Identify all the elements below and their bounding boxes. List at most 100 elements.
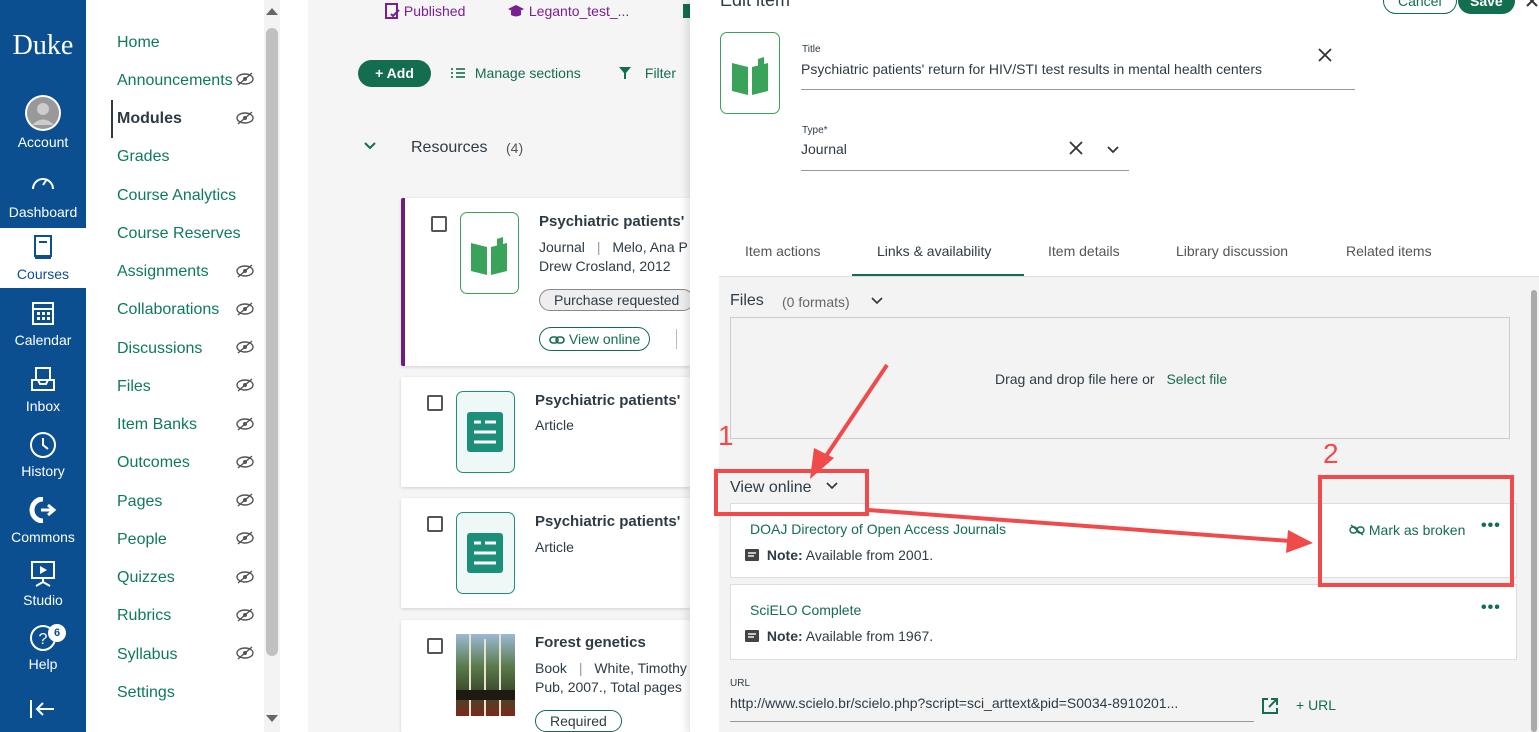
link-name[interactable]: SciELO Complete: [750, 602, 861, 618]
resource-card[interactable]: Forest genetics Book | White, Timothy Pu…: [401, 620, 690, 732]
open-external-icon[interactable]: [1260, 696, 1280, 716]
course-nav-people[interactable]: People: [117, 531, 167, 549]
clear-title-icon[interactable]: [1318, 48, 1332, 62]
tab-related-items[interactable]: Related items: [1346, 243, 1432, 259]
course-nav: Home Announcements Modules Grades Course…: [86, 0, 264, 732]
nav-studio[interactable]: Studio: [0, 560, 86, 624]
url-label: URL: [730, 678, 751, 689]
active-indicator: [111, 100, 113, 138]
link-icon: [549, 336, 565, 344]
duke-logo[interactable]: Duke: [0, 30, 86, 62]
nav-help[interactable]: ? 6 Help: [0, 624, 86, 688]
studio-icon: [0, 560, 86, 590]
course-nav-announcements[interactable]: Announcements: [117, 72, 233, 90]
scroll-down-icon[interactable]: [265, 714, 279, 724]
select-checkbox[interactable]: [427, 395, 443, 411]
files-chevron-down-icon[interactable]: [871, 297, 883, 305]
course-nav-assignments[interactable]: Assignments: [117, 263, 209, 281]
manage-sections-button[interactable]: Manage sections: [450, 65, 581, 81]
course-nav-grades[interactable]: Grades: [117, 148, 169, 166]
add-url-button[interactable]: + URL: [1296, 697, 1336, 713]
title-field[interactable]: Psychiatric patients' return for HIV/STI…: [801, 61, 1262, 77]
card-extra: Drew Crosland, 2012: [539, 258, 671, 274]
close-icon[interactable]: [1525, 0, 1539, 8]
nav-history[interactable]: History: [0, 431, 86, 495]
clear-type-icon[interactable]: [1069, 141, 1083, 155]
link-note: Note: Available from 2001.: [745, 547, 933, 563]
nav-account[interactable]: Account: [0, 95, 86, 160]
nav-courses[interactable]: Courses: [0, 228, 86, 288]
select-file-link[interactable]: Select file: [1166, 371, 1227, 387]
type-dropdown-chevron-icon[interactable]: [1106, 145, 1120, 155]
section-title: Resources: [411, 139, 488, 156]
course-nav-course-reserves[interactable]: Course Reserves: [117, 225, 241, 243]
link-item: SciELO Complete Note: Available from 196…: [730, 584, 1517, 660]
scroll-up-icon[interactable]: [265, 6, 279, 16]
nav-calendar[interactable]: Calendar: [0, 300, 86, 364]
card-title[interactable]: Psychiatric patients': [535, 392, 680, 409]
course-nav-item-banks[interactable]: Item Banks: [117, 416, 197, 434]
course-nav-files[interactable]: Files: [117, 378, 151, 396]
course-nav-settings[interactable]: Settings: [117, 684, 175, 702]
nav-label: Calendar: [14, 332, 72, 348]
filter-button[interactable]: Filter: [619, 65, 676, 81]
tab-library-discussion[interactable]: Library discussion: [1176, 243, 1288, 259]
card-type: Article: [535, 539, 574, 555]
nav-commons[interactable]: Commons: [0, 496, 86, 561]
scroll-thumb[interactable]: [266, 28, 278, 656]
nav-inbox[interactable]: Inbox: [0, 366, 86, 430]
tab-item-details[interactable]: Item details: [1048, 243, 1120, 259]
article-thumbnail: [456, 512, 515, 594]
url-underline: [730, 721, 1254, 722]
card-type: Journal: [539, 239, 585, 255]
card-title[interactable]: Forest genetics: [535, 634, 646, 651]
course-nav-discussions[interactable]: Discussions: [117, 340, 202, 358]
type-field[interactable]: Journal: [801, 141, 847, 157]
card-title[interactable]: Psychiatric patients': [535, 513, 680, 530]
chevron-down-icon[interactable]: [363, 141, 377, 151]
tab-item-actions[interactable]: Item actions: [745, 243, 820, 259]
tab-links-availability[interactable]: Links & availability: [877, 243, 991, 259]
course-nav-course-analytics[interactable]: Course Analytics: [117, 187, 236, 205]
course-nav-syllabus[interactable]: Syllabus: [117, 646, 177, 664]
nav-dashboard[interactable]: Dashboard: [0, 172, 86, 236]
annotation-number-1: 1: [718, 420, 734, 451]
collapse-nav-icon[interactable]: [28, 697, 58, 726]
calendar-icon: [0, 300, 86, 330]
course-title-link[interactable]: Leganto_test_...: [507, 3, 629, 19]
card-title[interactable]: Psychiatric patients': [539, 213, 684, 230]
url-field[interactable]: http://www.scielo.br/scielo.php?script=s…: [730, 695, 1253, 711]
hidden-eye-icon: [236, 608, 254, 622]
course-nav-modules[interactable]: Modules: [117, 110, 182, 128]
save-button[interactable]: Save: [1458, 0, 1515, 14]
help-icon: ? 6: [0, 624, 86, 654]
nav-label: Account: [17, 134, 69, 150]
status-badge: Purchase requested: [539, 289, 695, 311]
link-name[interactable]: DOAJ Directory of Open Access Journals: [750, 521, 1006, 537]
cancel-button[interactable]: Cancel: [1383, 0, 1457, 14]
card-authors: White, Timothy: [594, 660, 687, 676]
manage-sections-label: Manage sections: [474, 65, 581, 81]
select-checkbox[interactable]: [427, 638, 443, 654]
add-button[interactable]: + Add: [358, 60, 431, 87]
select-checkbox[interactable]: [427, 516, 443, 532]
select-checkbox[interactable]: [431, 216, 447, 232]
courses-icon: [0, 234, 86, 264]
panel-scrollbar[interactable]: [1531, 290, 1537, 732]
course-nav-outcomes[interactable]: Outcomes: [117, 454, 190, 472]
resource-card[interactable]: Psychiatric patients' Journal | Melo, An…: [401, 198, 695, 366]
published-status[interactable]: Published: [384, 3, 465, 19]
type-underline: [801, 170, 1129, 171]
resource-card[interactable]: Psychiatric patients' Article: [401, 498, 690, 608]
more-options-icon[interactable]: •••: [1481, 599, 1501, 617]
resource-card[interactable]: Psychiatric patients' Article: [401, 377, 690, 487]
course-nav-pages[interactable]: Pages: [117, 493, 162, 511]
course-nav-collaborations[interactable]: Collaborations: [117, 301, 219, 319]
svg-text:?: ?: [39, 631, 48, 648]
course-nav-rubrics[interactable]: Rubrics: [117, 607, 171, 625]
course-nav-home[interactable]: Home: [117, 34, 160, 52]
view-online-button[interactable]: View online: [539, 327, 651, 351]
course-nav-quizzes[interactable]: Quizzes: [117, 569, 175, 587]
nav-label: Dashboard: [8, 204, 78, 220]
file-dropzone[interactable]: Drag and drop file here or Select file: [730, 317, 1510, 439]
